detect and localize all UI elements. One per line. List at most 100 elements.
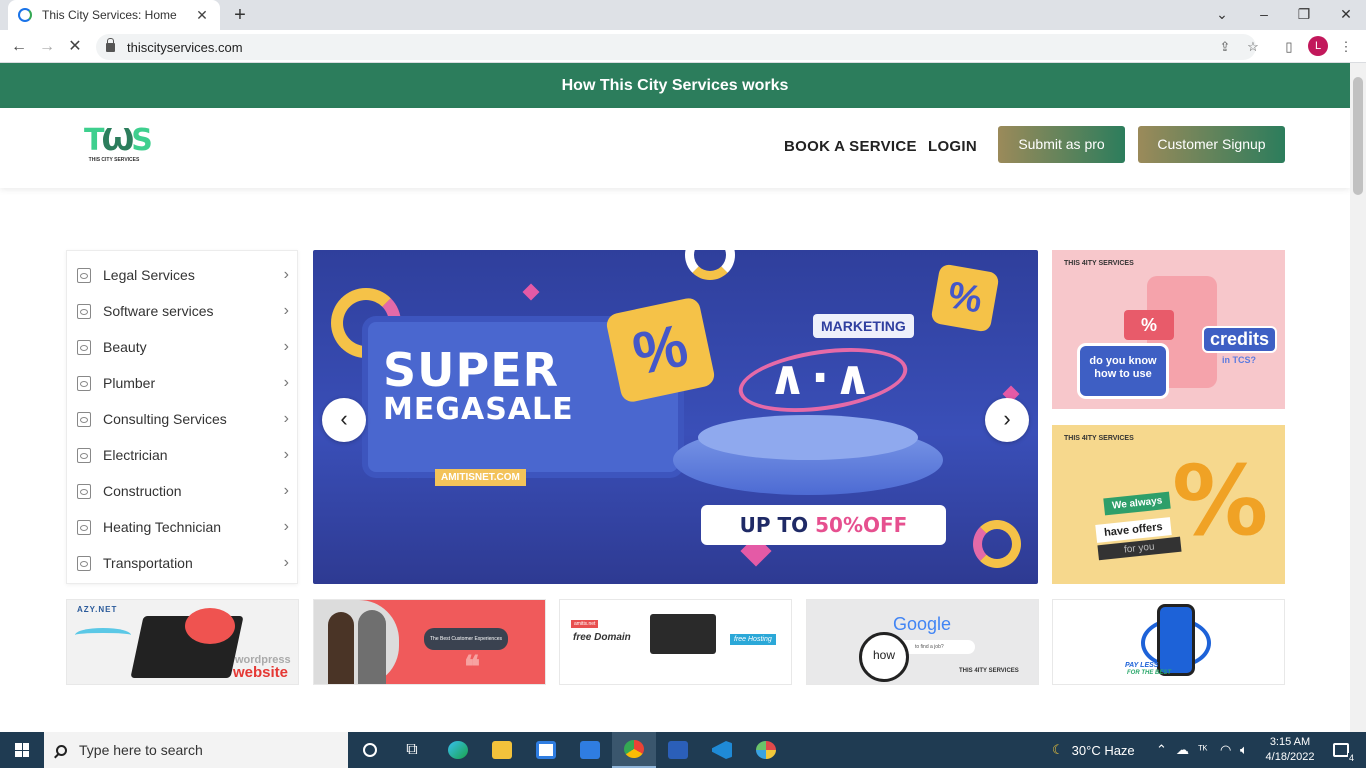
chevron-right-icon: › — [283, 446, 289, 463]
thumb-brand: AZY.NET — [77, 605, 118, 614]
minimize-button[interactable]: – — [1244, 0, 1284, 30]
volume-icon[interactable]: 🔈︎ — [1240, 732, 1248, 768]
category-label: Transportation — [103, 555, 193, 571]
sale-site-label: AMITISNET.COM — [435, 469, 526, 486]
book-a-service-link[interactable]: BOOK A SERVICE — [784, 138, 917, 155]
maximize-button[interactable]: ❐ — [1284, 0, 1324, 30]
task-view-icon[interactable]: ⧉ — [390, 732, 434, 768]
cortana-icon[interactable] — [348, 732, 392, 768]
site-logo[interactable]: TѠS THIS CITY SERVICES — [84, 123, 153, 171]
search-icon — [56, 744, 67, 756]
page-scrollbar[interactable] — [1350, 63, 1366, 732]
new-tab-button[interactable]: + — [230, 4, 250, 26]
page-viewport: How This City Services works TѠS THIS CI… — [0, 63, 1350, 732]
submit-as-pro-button[interactable]: Submit as pro — [998, 126, 1125, 163]
promo-offers-card[interactable]: THIS 4ITY SERVICES % We always have offe… — [1052, 425, 1285, 584]
back-button[interactable]: ← — [8, 36, 30, 58]
notifications-icon[interactable]: 4 — [1326, 732, 1356, 768]
input-indicator-icon[interactable]: ᵀᴷ — [1198, 732, 1207, 768]
chrome-icon[interactable] — [612, 732, 656, 768]
moon-icon: ☾ — [1052, 742, 1064, 757]
category-icon — [77, 339, 91, 355]
address-bar[interactable]: thiscityservices.com — [96, 34, 1256, 60]
windows-taskbar: Type here to search ⧉ ☾ 30°C Haze ⌃ ☁ ᵀᴷ… — [0, 732, 1366, 768]
scrollbar-thumb[interactable] — [1353, 77, 1363, 195]
thumb-google-search[interactable]: Google to find a job? how THIS 4ITY SERV… — [806, 599, 1039, 685]
star-icon[interactable]: ☆ — [1245, 39, 1261, 55]
donut-decoration — [973, 520, 1021, 568]
chevron-right-icon: › — [283, 482, 289, 499]
paint-icon[interactable] — [744, 732, 788, 768]
percent-icon: % — [1172, 445, 1269, 557]
login-link[interactable]: LOGIN — [928, 138, 977, 155]
thumb-free-domain[interactable]: amitis.net free Domain free Hosting — [559, 599, 792, 685]
chevron-right-icon: › — [283, 266, 289, 283]
tab-close-icon[interactable]: ✕ — [194, 7, 210, 24]
category-icon — [77, 267, 91, 283]
percent-badge-icon: % — [604, 296, 717, 404]
show-hidden-icons[interactable]: ⌃ — [1156, 732, 1167, 768]
menu-icon[interactable]: ⋮ — [1338, 39, 1354, 55]
sidebar-icon[interactable]: ▯ — [1281, 39, 1297, 55]
chevron-right-icon: › — [283, 554, 289, 571]
category-icon — [77, 447, 91, 463]
promo-question: do you know how to use — [1080, 346, 1166, 396]
category-item-consulting-services[interactable]: Consulting Services › — [67, 401, 297, 437]
profile-avatar[interactable]: L — [1308, 36, 1328, 56]
category-label: Plumber — [103, 375, 156, 391]
carousel-next-button[interactable]: › — [985, 398, 1029, 442]
store-icon[interactable] — [524, 732, 568, 768]
vscode-icon[interactable] — [700, 732, 744, 768]
category-item-electrician[interactable]: Electrician › — [67, 437, 297, 473]
word-icon[interactable] — [656, 732, 700, 768]
category-item-construction[interactable]: Construction › — [67, 473, 297, 509]
windows-logo-icon — [15, 743, 29, 757]
category-item-legal-services[interactable]: Legal Services › — [67, 257, 297, 293]
forward-button[interactable]: → — [36, 36, 58, 58]
category-item-transportation[interactable]: Transportation › — [67, 545, 297, 581]
logo-mark: TѠS — [84, 123, 153, 158]
wifi-icon[interactable]: ◠ — [1220, 732, 1231, 768]
taskbar-search[interactable]: Type here to search — [44, 732, 348, 768]
system-clock[interactable]: 3:15 AM 4/18/2022 — [1262, 735, 1318, 765]
chevron-right-icon: › — [283, 374, 289, 391]
category-label: Construction — [103, 483, 182, 499]
carousel-prev-button[interactable]: ‹ — [322, 398, 366, 442]
site-favicon-icon — [18, 8, 32, 22]
category-item-heating-technician[interactable]: Heating Technician › — [67, 509, 297, 545]
wave-decoration — [75, 628, 131, 642]
tab-search-icon[interactable]: ⌄ — [1202, 0, 1242, 30]
thumb-customer-experience[interactable]: The Best Customer Experiences ❝ — [313, 599, 546, 685]
taskbar-search-placeholder: Type here to search — [79, 742, 203, 758]
cloud-icon[interactable]: ☁ — [1176, 732, 1189, 768]
customer-signup-button[interactable]: Customer Signup — [1138, 126, 1285, 163]
category-item-plumber[interactable]: Plumber › — [67, 365, 297, 401]
thumb-tag: amitis.net — [571, 620, 599, 628]
stop-loading-button[interactable]: ✕ — [64, 36, 86, 58]
start-button[interactable] — [0, 732, 44, 768]
chevron-right-icon: › — [283, 410, 289, 427]
brand-logo-icon: ∧·∧ — [768, 350, 877, 406]
edge-icon[interactable] — [436, 732, 480, 768]
clock-time: 3:15 AM — [1269, 736, 1311, 748]
browser-tab[interactable]: This City Services: Home ✕ — [8, 0, 220, 30]
thumb-pay-less[interactable]: PAY LESS FOR THE BEST — [1052, 599, 1285, 685]
thumb-website-label: website — [233, 664, 289, 681]
close-window-button[interactable]: ✕ — [1326, 0, 1366, 30]
laptop-illustration — [650, 614, 716, 654]
weather-widget[interactable]: ☾ 30°C Haze — [1052, 732, 1135, 768]
promo-credits-card[interactable]: THIS 4ITY SERVICES % do you know how to … — [1052, 250, 1285, 409]
red-ball-decoration — [185, 608, 235, 644]
mail-icon[interactable] — [568, 732, 612, 768]
category-item-beauty[interactable]: Beauty › — [67, 329, 297, 365]
category-label: Beauty — [103, 339, 147, 355]
share-icon[interactable]: ⇪ — [1217, 39, 1233, 55]
file-explorer-icon[interactable] — [480, 732, 524, 768]
person-illustration — [358, 610, 386, 684]
promo-brand: THIS 4ITY SERVICES — [1064, 260, 1134, 267]
hero-carousel[interactable]: SUPER MEGASALE AMITISNET.COM % % MARKETI… — [313, 250, 1038, 584]
thumb-wordpress-website[interactable]: AZY.NET wordpress website — [66, 599, 299, 685]
donut-decoration — [685, 250, 735, 280]
how-it-works-banner[interactable]: How This City Services works — [0, 63, 1350, 108]
category-item-software-services[interactable]: Software services › — [67, 293, 297, 329]
